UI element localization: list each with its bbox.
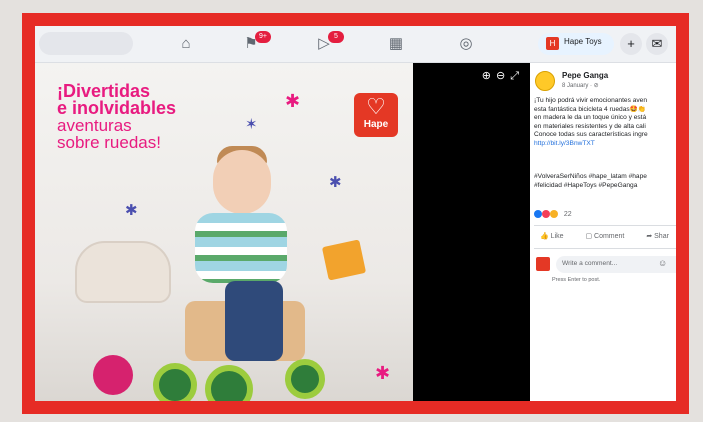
hape-page-avatar: H bbox=[546, 37, 559, 50]
star-decoration-icon: ✶ bbox=[245, 116, 258, 133]
post-link[interactable]: http://bit.ly/3BnwTXT bbox=[534, 140, 676, 149]
bike-wheel bbox=[285, 359, 325, 399]
star-decoration-icon: ✱ bbox=[125, 202, 138, 219]
share-label: Shar bbox=[654, 233, 669, 240]
star-decoration-icon: ✱ bbox=[329, 174, 342, 191]
comment-input[interactable]: Write a comment... ☺ bbox=[556, 256, 676, 273]
like-label: Like bbox=[550, 233, 564, 240]
child-head bbox=[213, 150, 271, 214]
star-decoration-icon: ✱ bbox=[375, 363, 391, 383]
bike-wheel bbox=[205, 365, 253, 401]
search-input[interactable] bbox=[39, 32, 133, 55]
like-button[interactable]: 👍 Like bbox=[540, 233, 574, 240]
emoji-icon[interactable]: ☺ bbox=[658, 258, 667, 268]
wow-reaction-icon bbox=[549, 210, 558, 218]
notification-badge: 9+ bbox=[255, 31, 271, 43]
bike-wheel bbox=[153, 363, 197, 401]
divider bbox=[534, 225, 676, 226]
post-body: ¡Tu hijo podrá vivir emocionantes aven e… bbox=[534, 97, 676, 148]
headline-line-3: aventuras bbox=[57, 116, 132, 135]
hashtag-line[interactable]: #VolveraSerNiños #hape_latam #hape bbox=[534, 173, 676, 182]
commenter-avatar bbox=[536, 257, 550, 271]
create-button[interactable]: + bbox=[620, 33, 642, 55]
comment-placeholder: Write a comment... bbox=[562, 260, 618, 267]
marketplace-icon[interactable]: ▦ bbox=[385, 34, 407, 54]
post-side-panel: Pepe Ganga 8 January · ⊘ ¡Tu hijo podrá … bbox=[530, 63, 676, 401]
child-shirt bbox=[195, 213, 287, 283]
page-switcher[interactable]: H Hape Toys bbox=[538, 33, 614, 55]
post-text-line: en madera le da un toque único y está bbox=[534, 114, 647, 121]
rocking-horse-toy bbox=[75, 241, 171, 303]
ad-headline: ¡Divertidas e inolvidables aventuras sob… bbox=[57, 82, 177, 152]
post-date[interactable]: 8 January · ⊘ bbox=[562, 82, 599, 89]
share-button[interactable]: ➦ Shar bbox=[646, 233, 676, 240]
hape-logo: ♡ Hape bbox=[354, 93, 398, 137]
messenger-icon[interactable]: ✉ bbox=[646, 33, 668, 55]
post-photo: ¡Divertidas e inolvidables aventuras sob… bbox=[35, 63, 413, 401]
video-icon[interactable]: ▷ 5 bbox=[313, 31, 344, 54]
page-name-label: Hape Toys bbox=[564, 37, 602, 46]
zoom-controls-icon[interactable]: ⊕⊖⤢ bbox=[482, 69, 524, 83]
gift-box-decoration bbox=[321, 239, 367, 281]
comment-button[interactable]: ▢ Comment bbox=[585, 233, 634, 240]
home-icon[interactable]: ⌂ bbox=[175, 34, 197, 54]
headline-line-2: e inolvidables bbox=[57, 98, 177, 118]
groups-icon[interactable]: ◎ bbox=[455, 34, 477, 54]
pepe-ganga-avatar[interactable] bbox=[535, 71, 555, 91]
hape-logo-text: Hape bbox=[363, 119, 389, 130]
promo-red-frame: ⌂ ⚑ 9+ ▷ 5 ▦ ◎ H Hape Toys + ✉ ¡Divertid… bbox=[22, 13, 689, 414]
video-badge: 5 bbox=[328, 31, 344, 43]
child-pants bbox=[225, 281, 283, 361]
reaction-summary[interactable]: 22 bbox=[534, 210, 572, 218]
divider bbox=[534, 248, 676, 249]
pink-ball-toy bbox=[93, 355, 133, 395]
flag-icon[interactable]: ⚑ 9+ bbox=[240, 31, 271, 54]
press-enter-hint: Press Enter to post. bbox=[552, 277, 601, 283]
love-reaction-icon bbox=[541, 210, 550, 218]
photo-viewer-background: ⊕⊖⤢ bbox=[413, 63, 530, 401]
post-text-line: Conoce todas sus características ingre bbox=[534, 131, 648, 138]
post-actions: 👍 Like ▢ Comment ➦ Shar bbox=[540, 232, 676, 240]
reaction-count: 22 bbox=[563, 210, 572, 218]
post-hashtags: #VolveraSerNiños #hape_latam #hape #feli… bbox=[534, 173, 676, 190]
star-decoration-icon: ✱ bbox=[285, 91, 301, 111]
like-reaction-icon bbox=[534, 210, 542, 218]
facebook-top-bar: ⌂ ⚑ 9+ ▷ 5 ▦ ◎ H Hape Toys + ✉ bbox=[35, 26, 676, 63]
hape-heart-icon: ♡ bbox=[366, 94, 386, 119]
comment-label: Comment bbox=[594, 233, 625, 240]
hashtag-line[interactable]: #felicidad #HapeToys #PepeGanga bbox=[534, 182, 676, 191]
post-text-line: esta fantástica bicicleta 4 ruedas🤩👏 bbox=[534, 105, 647, 113]
poster-name-link[interactable]: Pepe Ganga bbox=[562, 71, 608, 80]
post-text-line: en materiales resistentes y de alta cali bbox=[534, 122, 646, 130]
screenshot-frame: ⌂ ⚑ 9+ ▷ 5 ▦ ◎ H Hape Toys + ✉ ¡Divertid… bbox=[0, 0, 703, 422]
post-text-line: ¡Tu hijo podrá vivir emocionantes aven bbox=[534, 97, 648, 104]
headline-line-4: sobre ruedas! bbox=[57, 133, 161, 152]
